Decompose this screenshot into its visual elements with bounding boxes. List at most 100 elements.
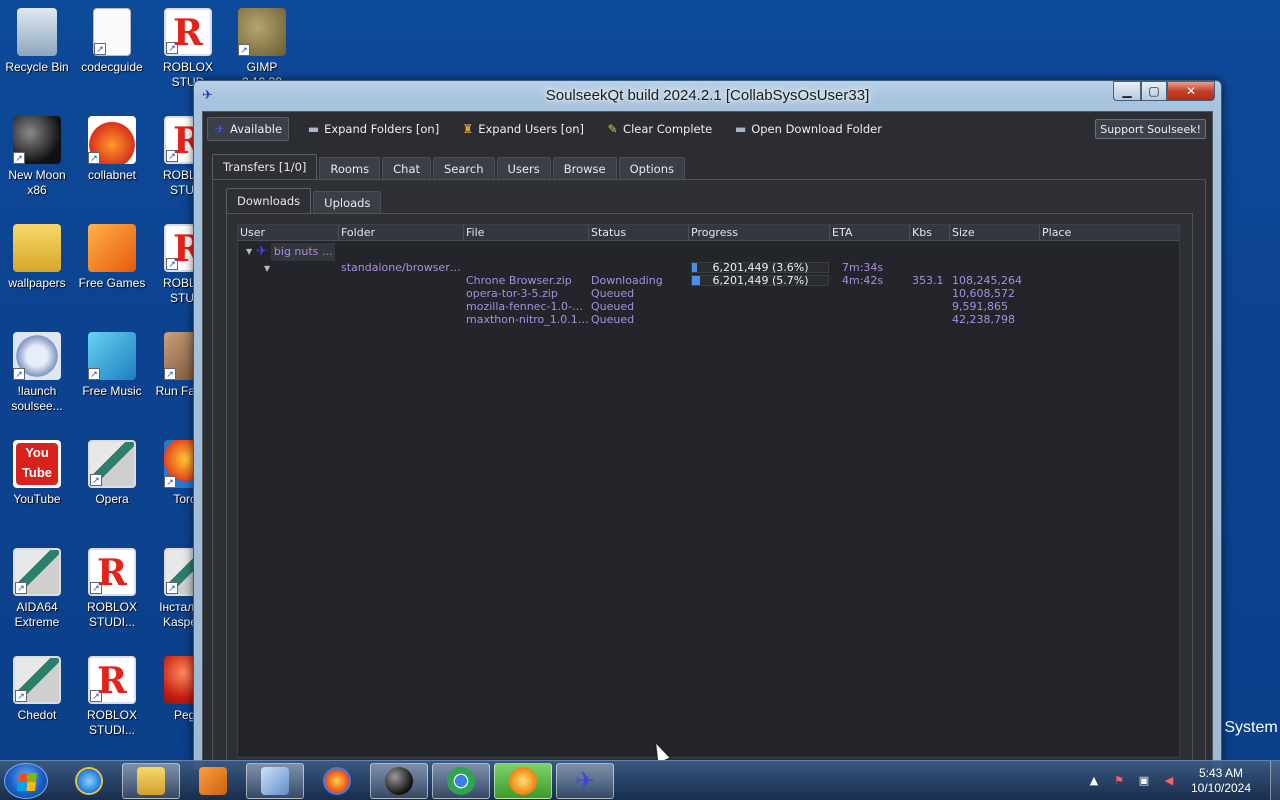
minimize-icon: ▁ — [1122, 84, 1132, 98]
desktop-icon-youtube[interactable]: You Tube — [1, 440, 73, 507]
gimp-icon: ↗ — [238, 8, 286, 56]
column-header-file[interactable]: File — [464, 225, 589, 240]
taskbar: ✈ ▲ ⚑ ▣ ◀ 5:43 AM 10/10/2024 — [0, 760, 1280, 800]
file-row[interactable]: opera-tor-3-5.zip Queued 10,608,572 — [238, 287, 1179, 300]
tab-uploads[interactable]: Uploads — [313, 191, 382, 213]
document-icon: ↗ — [93, 8, 131, 56]
folder-row[interactable]: ▼ standalone/browser c... 6,201,449 (3.6… — [238, 261, 1179, 274]
desktop-icon-recycle-bin[interactable]: Recycle Bin — [1, 8, 73, 75]
desktop-icon-new-moon[interactable]: ↗ New Moon x86 — [1, 116, 73, 198]
desktop-icon-chedot[interactable]: ↗ Chedot — [1, 656, 73, 723]
broom-icon: ✎ — [607, 122, 618, 136]
show-hidden-icons-icon[interactable]: ▲ — [1086, 773, 1102, 789]
collapse-arrow-icon[interactable]: ▼ — [240, 264, 270, 273]
file-size: 10,608,572 — [952, 287, 1015, 300]
taskbar-media-player[interactable] — [184, 763, 242, 799]
action-center-flag-icon[interactable]: ⚑ — [1111, 773, 1127, 789]
file-status: Downloading — [591, 274, 663, 287]
folder-name: standalone/browser c... — [341, 261, 464, 274]
tab-rooms[interactable]: Rooms — [319, 157, 381, 179]
desktop-icon-wallpapers[interactable]: wallpapers — [1, 224, 73, 291]
taskbar-chrome[interactable] — [432, 763, 490, 799]
desktop-icon-roblox-1[interactable]: ↗ ROBLOX STUD — [152, 8, 224, 90]
column-header-progress[interactable]: Progress — [689, 225, 830, 240]
tab-users[interactable]: Users — [496, 157, 551, 179]
file-user-cell — [238, 287, 339, 300]
show-desktop-button[interactable] — [1270, 761, 1280, 800]
new-moon-icon: ↗ — [13, 116, 61, 164]
taskbar-new-moon[interactable] — [370, 763, 428, 799]
expand-folders-button[interactable]: ▬ Expand Folders [on] — [302, 117, 443, 141]
clear-complete-label: Clear Complete — [623, 122, 713, 136]
file-row[interactable]: Chrone Browser.zip Downloading 6,201,449… — [238, 274, 1179, 287]
taskbar-internet-explorer[interactable] — [60, 763, 118, 799]
folder-eta: 7m:34s — [842, 261, 884, 274]
taskbar-soulseek[interactable]: ✈ — [556, 763, 614, 799]
available-button[interactable]: ✈ Available — [207, 117, 290, 141]
maximize-button[interactable]: ▢ — [1141, 81, 1167, 101]
media-player-icon — [199, 767, 227, 795]
minimize-button[interactable]: ▁ — [1113, 81, 1141, 101]
desktop-icon-launch-soulseek[interactable]: ↗ !launch soulsee... — [1, 332, 73, 414]
column-header-user[interactable]: User — [238, 225, 339, 240]
taskbar-control-panel[interactable] — [246, 763, 304, 799]
tab-options[interactable]: Options — [618, 157, 685, 179]
support-soulseek-button[interactable]: Support Soulseek! — [1095, 119, 1206, 139]
clear-complete-button[interactable]: ✎ Clear Complete — [601, 117, 716, 141]
gear-icon: ↗ — [13, 332, 61, 380]
desktop-icon-collabnet[interactable]: ↗ collabnet — [76, 116, 148, 183]
expand-users-button[interactable]: ♜ Expand Users [on] — [456, 117, 588, 141]
recycle-bin-icon — [17, 8, 57, 56]
icon-label: ROBLOX STUDI... — [86, 708, 137, 737]
column-header-eta[interactable]: ETA — [830, 225, 910, 240]
tab-chat[interactable]: Chat — [382, 157, 431, 179]
icon-label: AIDA64 Extreme — [14, 600, 60, 629]
column-header-size[interactable]: Size — [950, 225, 1040, 240]
tab-browse[interactable]: Browse — [552, 157, 617, 179]
start-button[interactable] — [4, 763, 48, 799]
collabnet-icon: ↗ — [88, 116, 136, 164]
roblox-icon: ↗ — [164, 8, 212, 56]
column-header-kbs[interactable]: Kbs — [910, 225, 950, 240]
file-name: maxthon-nitro_1.0.1.... — [466, 313, 589, 326]
tab-search[interactable]: Search — [433, 157, 495, 179]
file-status: Queued — [591, 287, 635, 300]
close-button[interactable]: ✕ — [1167, 81, 1215, 101]
desktop-icon-roblox-5[interactable]: ↗ ROBLOX STUDI... — [76, 656, 148, 738]
file-row[interactable]: maxthon-nitro_1.0.1.... Queued 42,238,79… — [238, 313, 1179, 326]
taskbar-collabnet[interactable] — [308, 763, 366, 799]
column-header-place[interactable]: Place — [1040, 225, 1179, 240]
downloads-tree[interactable]: User Folder File Status Progress ETA Kbs… — [237, 224, 1180, 758]
desktop-icon-gimp[interactable]: ↗ GIMP 2.10.38 — [226, 8, 298, 90]
file-progress-cell — [689, 300, 830, 313]
expand-users-label: Expand Users [on] — [478, 122, 585, 136]
open-download-folder-button[interactable]: ▬ Open Download Folder — [729, 117, 886, 141]
desktop-icon-free-games[interactable]: Free Games — [76, 224, 148, 291]
volume-muted-icon[interactable]: ◀ — [1161, 773, 1177, 789]
column-header-folder[interactable]: Folder — [339, 225, 464, 240]
file-eta-cell — [830, 313, 910, 326]
tab-transfers[interactable]: Transfers [1/0] — [212, 154, 318, 179]
desktop-icon-opera[interactable]: ↗ Opera — [76, 440, 148, 507]
desktop-icon-codecguide[interactable]: ↗ codecguide — [76, 8, 148, 75]
column-header-status[interactable]: Status — [589, 225, 689, 240]
file-folder-cell — [339, 287, 464, 300]
clock[interactable]: 5:43 AM 10/10/2024 — [1186, 766, 1256, 796]
file-row[interactable]: mozilla-fennec-1.0-bet... Queued 9,591,8… — [238, 300, 1179, 313]
tab-downloads[interactable]: Downloads — [226, 188, 312, 213]
desktop-icon-roblox-4[interactable]: ↗ ROBLOX STUDI... — [76, 548, 148, 630]
taskbar-file-explorer[interactable] — [122, 763, 180, 799]
network-icon[interactable]: ▣ — [1136, 773, 1152, 789]
title-bar[interactable]: ✈ SoulseekQt build 2024.2.1 [CollabSysOs… — [194, 81, 1221, 111]
taskbar-torch[interactable] — [494, 763, 552, 799]
desktop-icon-free-music[interactable]: ↗ Free Music — [76, 332, 148, 399]
transfer-subtabs: Downloads Uploads — [226, 188, 383, 213]
user-row[interactable]: ▼ ✈ big nuts ... — [238, 243, 1179, 261]
app-icon: ↗ — [13, 656, 61, 704]
user-cell: ▼ ✈ big nuts ... — [238, 243, 339, 261]
folder-progress: 6,201,449 (3.6%) — [689, 261, 830, 274]
main-tabs: Transfers [1/0] Rooms Chat Search Users … — [212, 154, 687, 179]
transfers-pane: Downloads Uploads User Folder File Statu… — [212, 179, 1206, 768]
collapse-arrow-icon[interactable]: ▼ — [240, 243, 252, 261]
desktop-icon-aida64[interactable]: ↗ AIDA64 Extreme — [1, 548, 73, 630]
